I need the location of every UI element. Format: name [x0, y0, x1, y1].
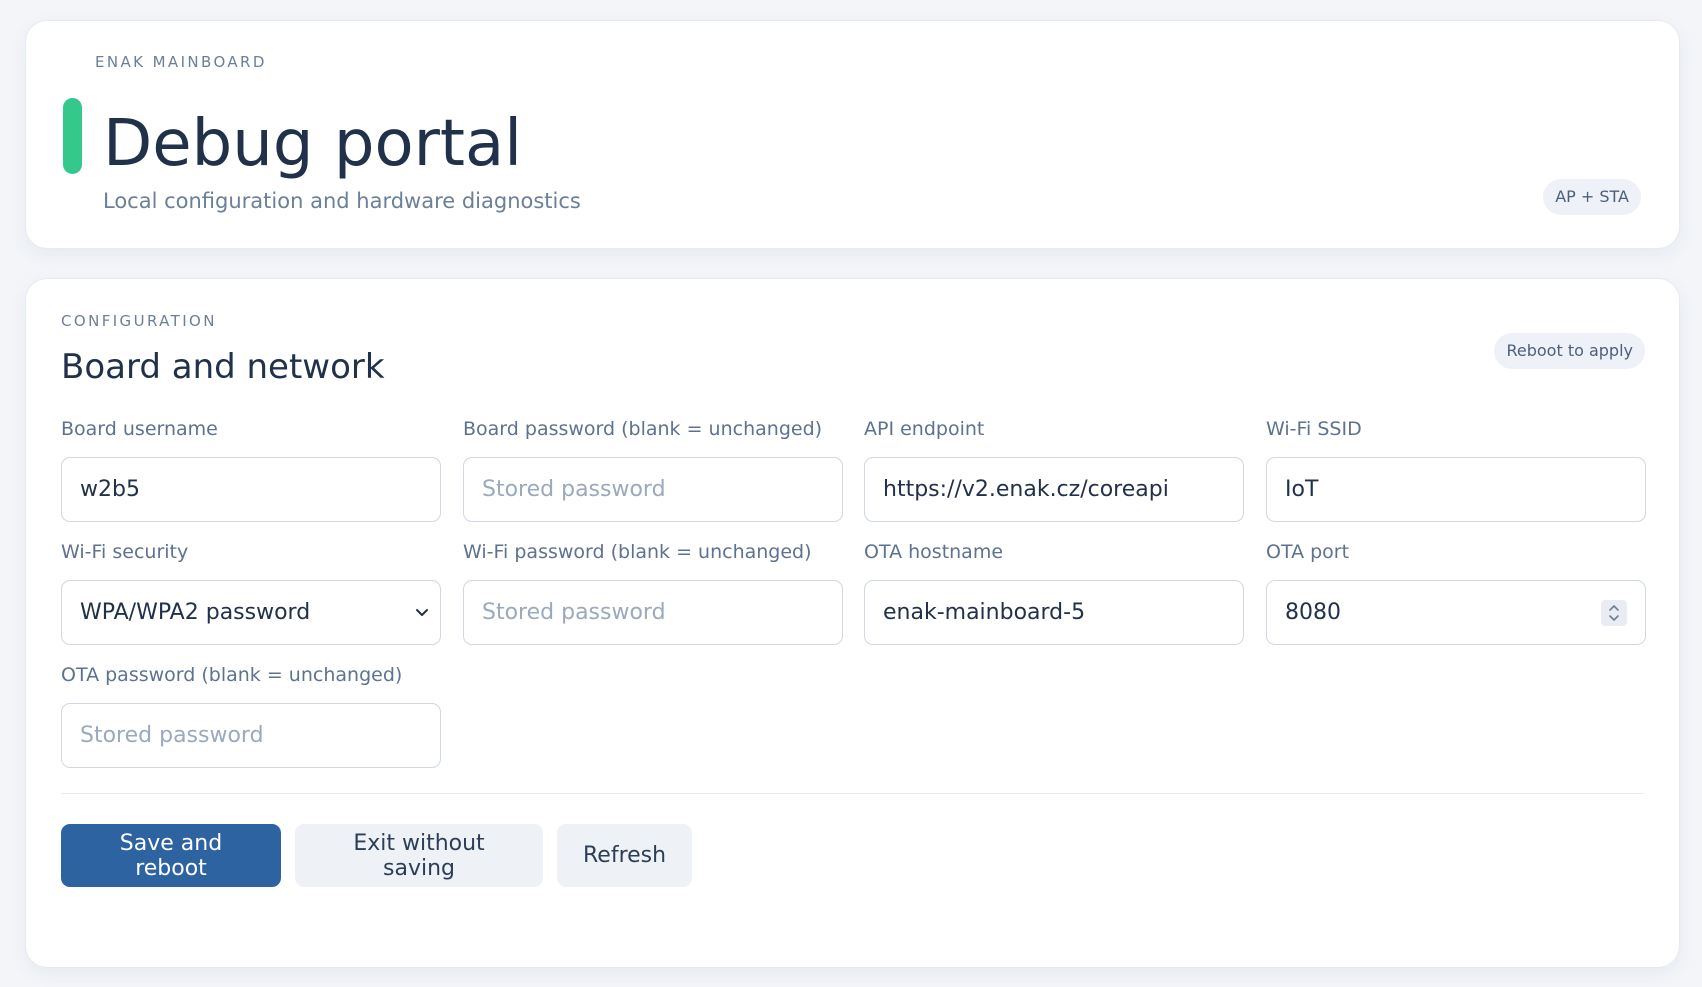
wifi-ssid-label: Wi-Fi SSID — [1266, 418, 1362, 440]
board-username-label: Board username — [61, 418, 218, 440]
wifi-password-field: Wi-Fi password (blank = unchanged) — [463, 539, 843, 645]
page-subtitle: Local configuration and hardware diagnos… — [103, 189, 581, 213]
api-endpoint-box — [864, 457, 1244, 522]
wifi-ssid-box — [1266, 457, 1646, 522]
board-username-box — [61, 457, 441, 522]
board-eyebrow: ENAK MAINBOARD — [95, 53, 267, 71]
page-title: Debug portal — [103, 107, 522, 181]
save-and-reboot-button[interactable]: Save and reboot — [61, 824, 281, 887]
wifi-password-input[interactable] — [464, 581, 842, 644]
api-endpoint-input[interactable] — [865, 458, 1243, 521]
wifi-mode-badge: AP + STA — [1543, 179, 1641, 215]
ota-hostname-input[interactable] — [865, 581, 1243, 644]
board-password-box — [463, 457, 843, 522]
wifi-ssid-field: Wi-Fi SSID — [1266, 416, 1646, 522]
ota-password-input[interactable] — [62, 704, 440, 767]
chevron-down-icon — [416, 609, 428, 616]
wifi-security-value: WPA/WPA2 password — [80, 600, 311, 625]
ota-hostname-box — [864, 580, 1244, 645]
section-title: Board and network — [61, 347, 385, 387]
ota-hostname-field: OTA hostname — [864, 539, 1244, 645]
board-password-field: Board password (blank = unchanged) — [463, 416, 843, 522]
wifi-security-select[interactable]: WPA/WPA2 password — [61, 580, 441, 645]
ota-port-box — [1266, 580, 1646, 645]
header-card: ENAK MAINBOARD Debug portal Local config… — [25, 20, 1680, 249]
ota-password-box — [61, 703, 441, 768]
wifi-password-box — [463, 580, 843, 645]
configuration-card: CONFIGURATION Board and network Reboot t… — [25, 278, 1680, 968]
board-username-field: Board username — [61, 416, 441, 522]
ota-port-label: OTA port — [1266, 541, 1350, 563]
ota-port-input[interactable] — [1267, 581, 1645, 644]
board-username-input[interactable] — [62, 458, 440, 521]
wifi-ssid-input[interactable] — [1267, 458, 1645, 521]
board-password-input[interactable] — [464, 458, 842, 521]
exit-without-saving-button[interactable]: Exit without saving — [295, 824, 543, 887]
stepper-arrows-icon — [1609, 605, 1619, 621]
wifi-password-label: Wi-Fi password (blank = unchanged) — [463, 541, 812, 563]
api-endpoint-field: API endpoint — [864, 416, 1244, 522]
ota-hostname-label: OTA hostname — [864, 541, 1004, 563]
number-stepper[interactable] — [1601, 600, 1627, 626]
board-password-label: Board password (blank = unchanged) — [463, 418, 823, 440]
section-eyebrow: CONFIGURATION — [61, 312, 217, 330]
ota-password-label: OTA password (blank = unchanged) — [61, 664, 403, 686]
wifi-security-label: Wi-Fi security — [61, 541, 189, 563]
ota-port-field: OTA port — [1266, 539, 1646, 645]
ota-password-field: OTA password (blank = unchanged) — [61, 662, 441, 768]
status-accent-bar — [63, 98, 82, 174]
actions-divider — [61, 793, 1644, 794]
refresh-button[interactable]: Refresh — [557, 824, 692, 887]
api-endpoint-label: API endpoint — [864, 418, 985, 440]
wifi-security-field: Wi-Fi security WPA/WPA2 password — [61, 539, 441, 645]
reboot-badge: Reboot to apply — [1494, 333, 1645, 369]
